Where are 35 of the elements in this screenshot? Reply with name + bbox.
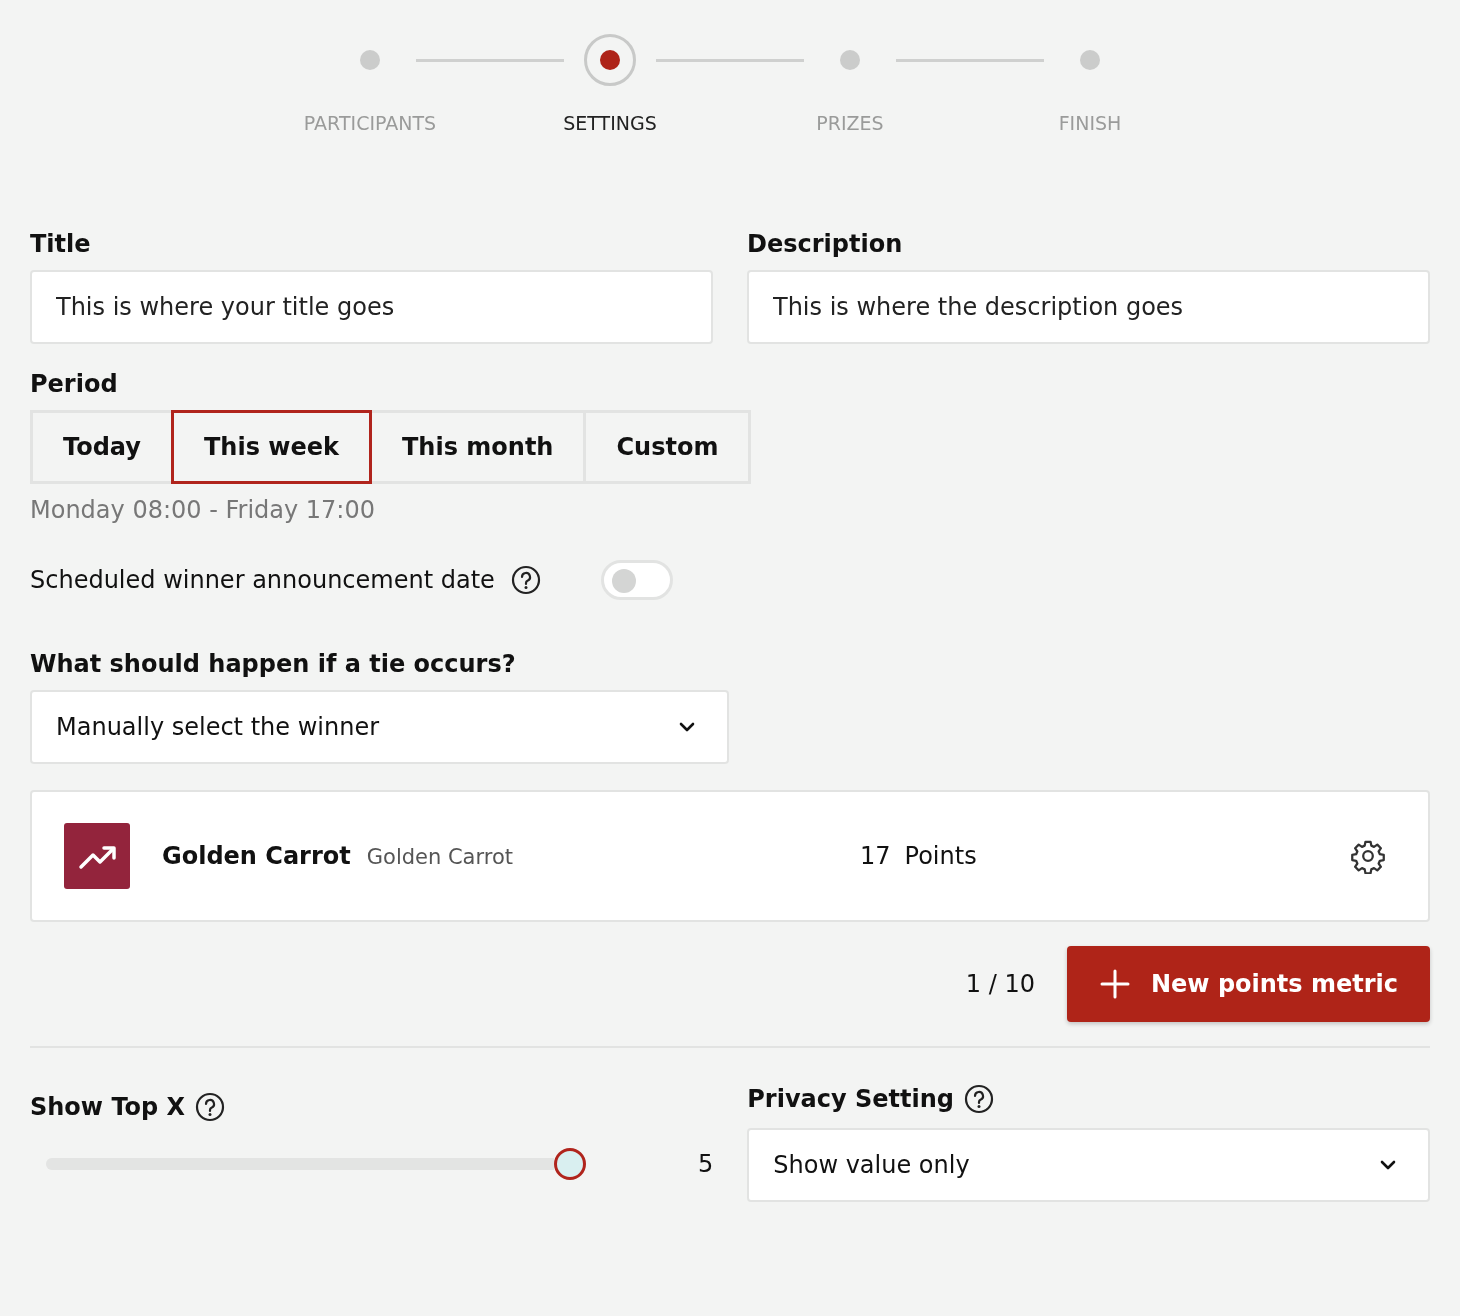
tie-dropdown[interactable]: Manually select the winner [30, 690, 729, 764]
title-input[interactable]: This is where your title goes [30, 270, 713, 344]
field-label: Privacy Setting [747, 1085, 954, 1113]
trending-up-icon [64, 823, 130, 889]
field-label: Title [30, 230, 92, 258]
setting-label: Scheduled winner announcement date [30, 566, 495, 594]
step-label[interactable]: SETTINGS [490, 112, 730, 134]
privacy-dropdown[interactable]: Show value only [747, 1128, 1430, 1202]
description-input[interactable]: This is where the description goes [747, 270, 1430, 344]
field-label: Show Top X [30, 1093, 186, 1121]
help-icon[interactable] [964, 1084, 994, 1114]
metric-subtitle: Golden Carrot [366, 845, 513, 869]
field-label: Description [747, 230, 904, 258]
period-option[interactable]: Today [30, 410, 174, 484]
metric-unit: Points [904, 842, 977, 870]
slider-value: 5 [698, 1150, 714, 1178]
metric-count: 1 / 10 [965, 970, 1035, 998]
slider-thumb[interactable] [554, 1148, 586, 1180]
period-range-text: Monday 08:00 - Friday 17:00 [30, 496, 376, 524]
metric-value: 17 [860, 842, 891, 870]
help-icon[interactable] [195, 1092, 226, 1122]
toggle-switch[interactable] [600, 560, 673, 600]
field-label: What should happen if a tie occurs? [30, 650, 517, 678]
step-dot[interactable] [1080, 50, 1100, 70]
settings-icon[interactable] [1350, 838, 1386, 874]
new-metric-button[interactable]: New points metric [1067, 946, 1430, 1022]
help-icon[interactable] [510, 565, 541, 595]
field-label: Period [30, 370, 119, 398]
plus-icon [1099, 968, 1131, 1000]
step-dot[interactable] [360, 50, 380, 70]
step-dot[interactable] [840, 50, 860, 70]
period-option[interactable]: Custom [583, 410, 752, 484]
current-step-indicator[interactable] [584, 34, 636, 86]
period-option[interactable]: This week [170, 410, 372, 484]
metric-name: Golden Carrot [162, 842, 351, 870]
